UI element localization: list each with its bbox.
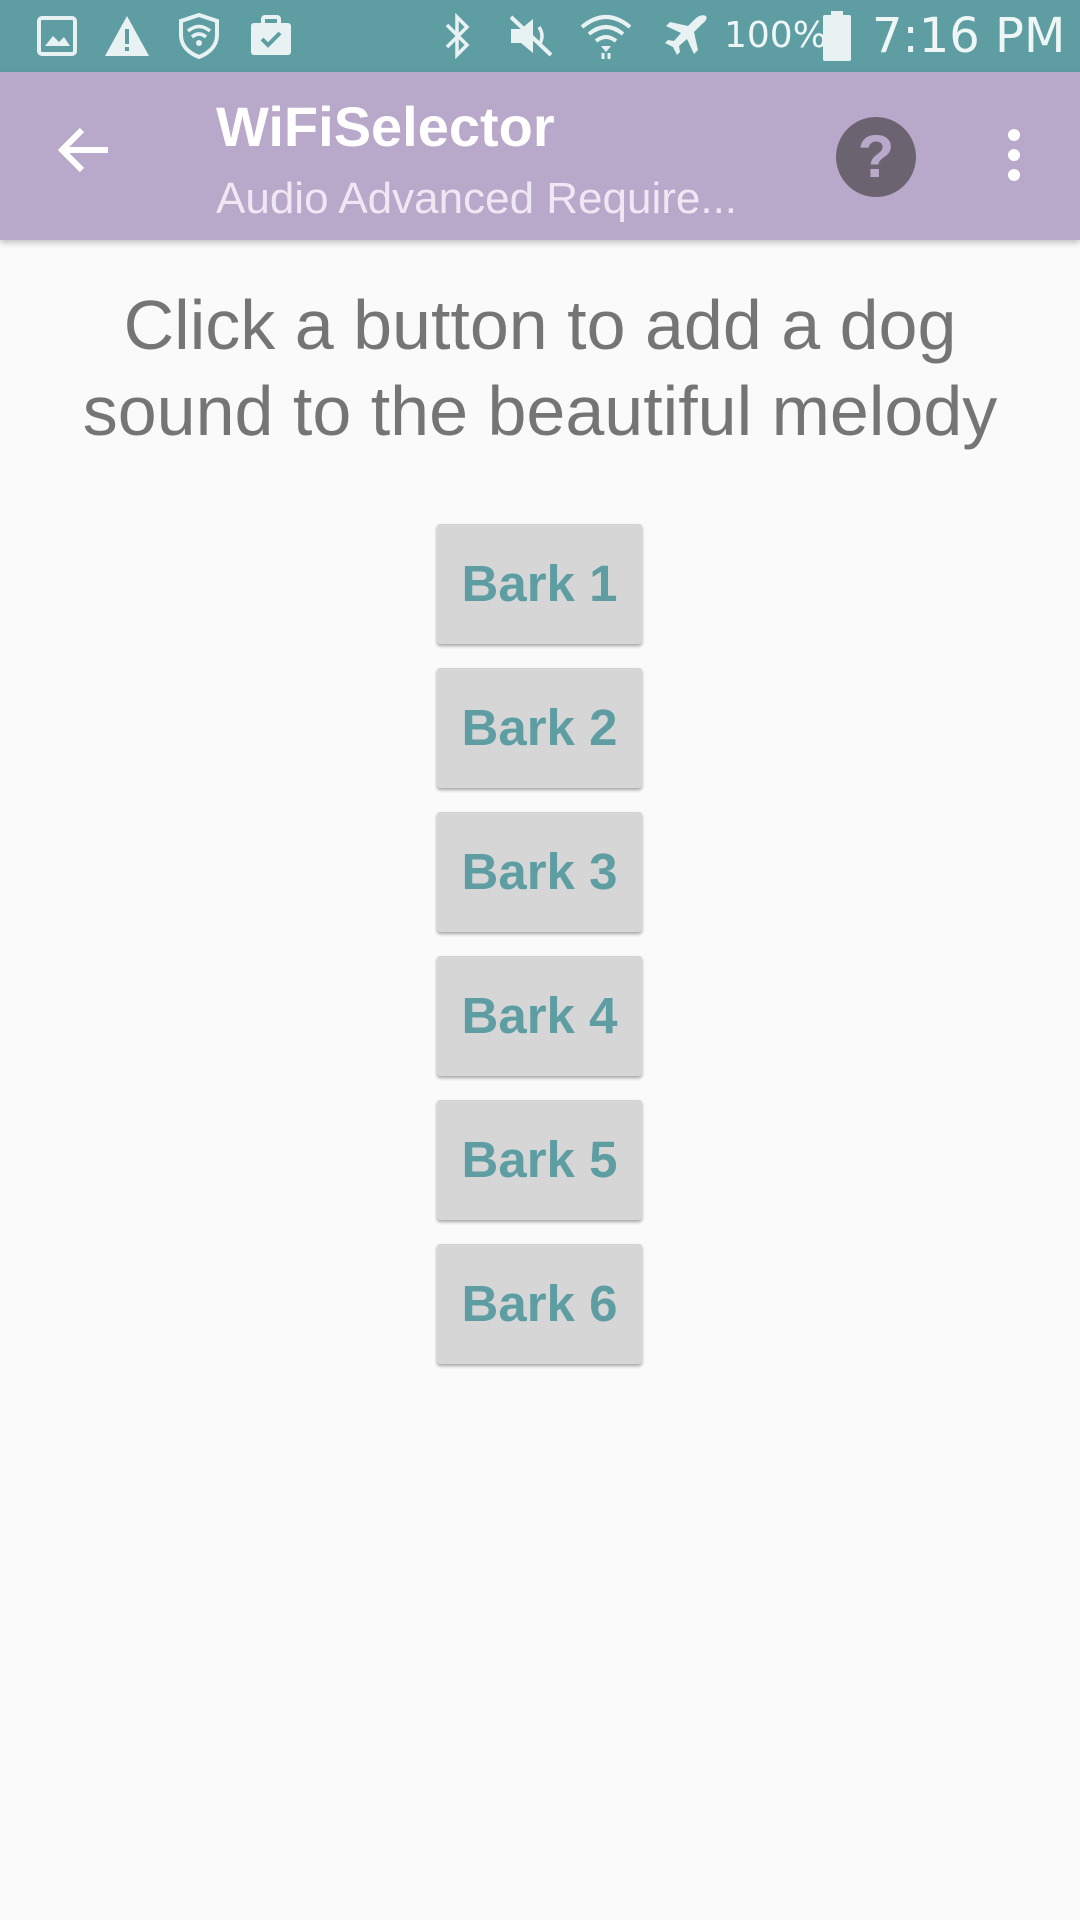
bark-4-button[interactable]: Bark 4	[437, 956, 642, 1076]
app-bar: WiFiSelector Audio Advanced Require... ?	[0, 72, 1080, 240]
battery-percent: 100%	[724, 15, 827, 56]
bark-6-button[interactable]: Bark 6	[437, 1244, 642, 1364]
warning-icon	[102, 0, 152, 72]
bark-2-button[interactable]: Bark 2	[437, 668, 642, 788]
overflow-menu-button[interactable]	[984, 117, 1044, 197]
clipboard-check-icon	[248, 0, 294, 72]
battery-icon	[820, 0, 854, 72]
back-button[interactable]	[44, 112, 124, 192]
mute-icon	[504, 0, 556, 72]
arrow-back-icon	[56, 125, 112, 180]
gallery-icon	[36, 0, 78, 72]
airplane-icon	[660, 0, 712, 72]
app-title: WiFiSelector	[216, 95, 555, 158]
bark-3-button[interactable]: Bark 3	[437, 812, 642, 932]
status-bar: 100% 7:16 PM	[0, 0, 1080, 72]
bluetooth-icon	[440, 0, 476, 72]
shield-wifi-icon	[176, 0, 222, 72]
help-button[interactable]: ?	[836, 117, 916, 197]
instruction-text: Click a button to add a dog sound to the…	[82, 286, 998, 450]
more-vert-icon	[1004, 127, 1024, 188]
wifi-icon	[578, 0, 634, 72]
app-subtitle: Audio Advanced Require...	[216, 174, 738, 223]
help-icon: ?	[857, 123, 895, 190]
clock: 7:16 PM	[872, 8, 1066, 64]
bark-1-button[interactable]: Bark 1	[437, 524, 642, 644]
bark-5-button[interactable]: Bark 5	[437, 1100, 642, 1220]
